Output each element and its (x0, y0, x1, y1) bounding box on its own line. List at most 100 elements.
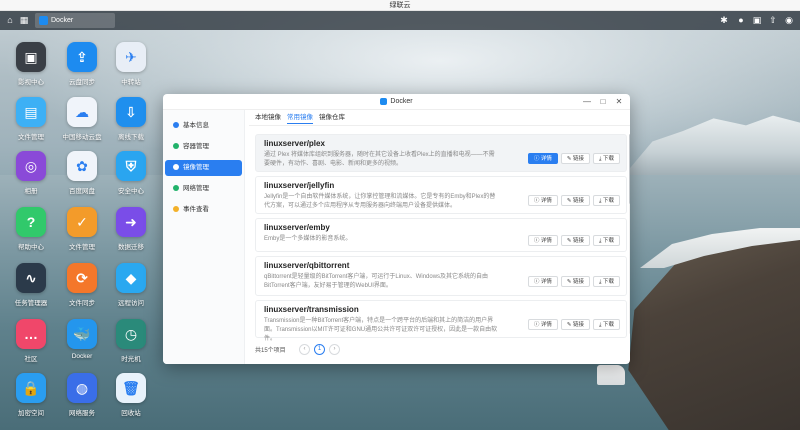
grid-icon[interactable]: ▦ (19, 15, 29, 25)
image-name: linuxserver/qbittorrent (264, 261, 350, 270)
link-button[interactable]: ✎ 链接 (560, 276, 591, 287)
mobile-cloud-icon: ☁ (67, 97, 97, 127)
detail-button[interactable]: ⓘ 详情 (527, 276, 558, 287)
bell-icon[interactable]: ● (736, 15, 746, 25)
photos-icon: ◎ (16, 151, 46, 181)
cloud-sync-icon: ⇪ (67, 42, 97, 72)
offline-download-icon: ⇩ (116, 97, 146, 127)
desktop-icon-transfer[interactable]: ✈ 中转站 (108, 42, 154, 86)
tab-bar: 本地镜像 常用镜像 镜像仓库 (249, 110, 630, 126)
sidebar-item-container-management[interactable]: 容器管理 (165, 139, 242, 155)
desktop-icon-label: 文件管理 (69, 244, 95, 251)
image-card[interactable]: linuxserver/qbittorrent qBittorrent是轻量级的B… (255, 256, 627, 296)
image-card[interactable]: linuxserver/jellyfin Jellyfin是一个自由软件媒体系统，… (255, 176, 627, 214)
image-card[interactable]: linuxserver/transmission Transmission是一种B… (255, 300, 627, 342)
detail-button[interactable]: ⓘ 详情 (527, 195, 558, 206)
window-titlebar[interactable]: Docker — □ ✕ (163, 94, 630, 110)
home-icon[interactable]: ⌂ (5, 15, 15, 25)
taskbar-tab-docker[interactable]: Docker (35, 13, 115, 28)
settings-icon[interactable]: ✱ (719, 15, 729, 25)
link-button[interactable]: ✎ 链接 (560, 235, 591, 246)
desktop-icon-label: 加密空间 (18, 410, 44, 417)
link-button[interactable]: ✎ 链接 (560, 195, 591, 206)
image-actions: ⓘ 详情 ✎ 链接 ⤓ 下载 (525, 189, 620, 207)
upload-icon[interactable]: ⇧ (768, 15, 778, 25)
file-sync-icon: ⟳ (67, 263, 97, 293)
sidebar: 基本信息容器管理镜像管理网络管理事件查看 (163, 110, 245, 364)
desktop-icon-offline-download[interactable]: ⇩ 离线下载 (108, 97, 154, 141)
desktop-icon-label: 相册 (24, 188, 38, 195)
image-description: Jellyfin是一个自由软件媒体系统，让你掌控管理和流媒体。它是专有的Emby… (264, 194, 496, 209)
image-card[interactable]: linuxserver/emby Emby是一个多媒体的影音系统。 ⓘ 详情 ✎ 链接… (255, 218, 627, 252)
detail-button[interactable]: ⓘ 详情 (527, 319, 558, 330)
sidebar-item-label: 网络管理 (183, 185, 209, 192)
desktop-icon-photos[interactable]: ◎ 相册 (8, 151, 54, 195)
docker-tab-icon (39, 16, 48, 25)
image-description: Emby是一个多媒体的影音系统。 (264, 236, 352, 242)
desktop-icon-encrypted-space[interactable]: 🔒 加密空间 (8, 373, 54, 417)
tab-image-registry[interactable]: 镜像仓库 (319, 113, 345, 123)
link-button[interactable]: ✎ 链接 (560, 153, 591, 164)
pager-prev-button[interactable]: ‹ (299, 344, 310, 355)
scrollbar[interactable] (629, 134, 630, 334)
download-button[interactable]: ⤓ 下载 (593, 319, 620, 330)
detail-icon: ⓘ (533, 238, 541, 244)
desktop-icon-recycle-bin[interactable]: 🗑 回收站 (108, 373, 154, 417)
detail-button[interactable]: ⓘ 详情 (527, 235, 558, 246)
desktop-icon-network-service[interactable]: ◍ 网络服务 (59, 373, 105, 417)
desktop-icon-media-center[interactable]: ▣ 影视中心 (8, 42, 54, 86)
file-manager-icon: ▤ (16, 97, 46, 127)
maximize-icon[interactable]: □ (598, 97, 608, 107)
close-icon[interactable]: ✕ (614, 97, 624, 107)
desktop-icon-label: 中转站 (121, 79, 141, 86)
image-description: 通过 Plex 将媒体库组织到服务器，随时在其它设备上收看Plex上的直播和电视… (264, 152, 495, 167)
image-card[interactable]: linuxserver/plex 通过 Plex 将媒体库组织到服务器，随时在其它… (255, 134, 627, 172)
link-button-label: 链接 (573, 198, 585, 204)
desktop-icon-data-migration[interactable]: ➜ 数据迁移 (108, 207, 154, 251)
download-button[interactable]: ⤓ 下载 (593, 153, 620, 164)
desktop-icon-help-center[interactable]: ? 帮助中心 (8, 207, 54, 251)
desktop-icon-label: 社区 (24, 356, 38, 363)
desktop-icon-baidu-pan[interactable]: ✿ 百度网盘 (59, 151, 105, 195)
desktop-icon-time-machine[interactable]: ◷ 时光机 (108, 319, 154, 363)
download-button[interactable]: ⤓ 下载 (593, 195, 620, 206)
pager-page-1[interactable]: 1 (314, 344, 325, 355)
desktop-icon-file-manager[interactable]: ▤ 文件管理 (8, 97, 54, 141)
desktop-icon-mobile-cloud[interactable]: ☁ 中国移动云盘 (59, 97, 105, 141)
desktop-icon-label: 时光机 (121, 356, 141, 363)
download-button[interactable]: ⤓ 下载 (593, 276, 620, 287)
detail-button[interactable]: ⓘ 详情 (527, 153, 558, 164)
detail-button-label: 详情 (540, 198, 552, 204)
desktop-icon-security-center[interactable]: ⛨ 安全中心 (108, 151, 154, 195)
desktop-icon-file-manage[interactable]: ✓ 文件管理 (59, 207, 105, 251)
docker-icon: 🐳 (67, 319, 97, 349)
desktop-icon-cloud-sync[interactable]: ⇪ 云盘同步 (59, 42, 105, 86)
download-button[interactable]: ⤓ 下载 (593, 235, 620, 246)
desktop-icon-remote-access[interactable]: ◆ 远程访问 (108, 263, 154, 307)
user-icon[interactable]: ◉ (784, 15, 794, 25)
desktop-icon-file-sync[interactable]: ⟳ 文件同步 (59, 263, 105, 307)
tab-local-images[interactable]: 本地镜像 (255, 113, 281, 123)
detail-icon: ⓘ (533, 156, 541, 162)
sidebar-item-label: 事件查看 (183, 206, 209, 213)
printer-icon[interactable]: ▣ (752, 15, 762, 25)
download-button-label: 下载 (602, 238, 614, 244)
desktop-icon-docker[interactable]: 🐳 Docker (59, 319, 105, 360)
sidebar-item-image-management[interactable]: 镜像管理 (165, 160, 242, 176)
docker-icon (380, 97, 388, 105)
detail-button-label: 详情 (540, 156, 552, 162)
link-button[interactable]: ✎ 链接 (560, 319, 591, 330)
sidebar-item-label: 镜像管理 (183, 164, 209, 171)
window-title: Docker (390, 98, 413, 105)
scrollbar-thumb[interactable] (629, 134, 630, 204)
download-button-label: 下载 (602, 156, 614, 162)
download-button-label: 下载 (602, 198, 614, 204)
minimize-icon[interactable]: — (582, 97, 592, 107)
tab-common-images[interactable]: 常用镜像 (287, 113, 313, 124)
sidebar-item-basic-info[interactable]: 基本信息 (165, 118, 242, 134)
sidebar-item-event-view[interactable]: 事件查看 (165, 202, 242, 218)
pager-next-button[interactable]: › (329, 344, 340, 355)
desktop-icon-community[interactable]: … 社区 (8, 319, 54, 363)
desktop-icon-task-manager[interactable]: ∿ 任务管理器 (8, 263, 54, 307)
sidebar-item-network-management[interactable]: 网络管理 (165, 181, 242, 197)
